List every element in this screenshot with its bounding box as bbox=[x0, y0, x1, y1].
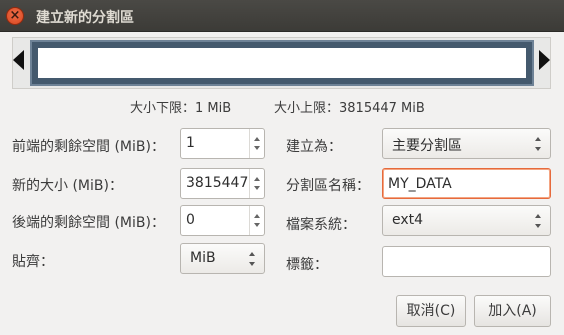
filesystem-value: ext4 bbox=[392, 212, 424, 228]
filesystem-dropdown[interactable]: ext4 bbox=[382, 205, 551, 236]
label-input[interactable] bbox=[383, 247, 550, 276]
free-after-value[interactable]: 0 bbox=[186, 212, 195, 228]
arrow-left-icon[interactable] bbox=[13, 50, 24, 70]
arrow-right-icon[interactable] bbox=[539, 50, 550, 70]
decrement-icon[interactable] bbox=[254, 223, 260, 227]
label-field-label: 標籤： bbox=[286, 257, 328, 273]
min-size-label: 大小下限：1 MiB bbox=[130, 101, 232, 116]
decrement-icon[interactable] bbox=[254, 186, 260, 190]
partition-resizer[interactable] bbox=[12, 37, 551, 89]
new-size-value[interactable]: 3815447 bbox=[186, 175, 248, 191]
new-size-label: 新的大小 (MiB)： bbox=[12, 178, 123, 194]
label-field[interactable] bbox=[382, 246, 551, 277]
partition-block[interactable] bbox=[30, 40, 534, 86]
increment-icon[interactable] bbox=[254, 177, 260, 181]
align-value: MiB bbox=[190, 250, 216, 266]
partition-name-field[interactable] bbox=[382, 168, 551, 199]
updown-icon bbox=[534, 214, 542, 228]
free-before-value[interactable]: 1 bbox=[186, 135, 195, 151]
updown-icon bbox=[248, 252, 256, 266]
add-button[interactable]: 加入(A) bbox=[474, 295, 551, 327]
align-dropdown[interactable]: MiB bbox=[180, 243, 265, 274]
create-as-label: 建立為： bbox=[286, 139, 342, 155]
updown-icon bbox=[534, 137, 542, 151]
create-as-dropdown[interactable]: 主要分割區 bbox=[382, 128, 551, 159]
close-icon[interactable]: × bbox=[6, 7, 24, 25]
free-before-label: 前端的剩餘空間 (MiB)： bbox=[12, 139, 165, 155]
partition-fill bbox=[38, 48, 526, 78]
increment-icon[interactable] bbox=[254, 137, 260, 141]
align-label: 貼齊： bbox=[12, 254, 54, 270]
create-as-value: 主要分割區 bbox=[392, 138, 462, 154]
cancel-button[interactable]: 取消(C) bbox=[396, 295, 466, 327]
window-title: 建立新的分割區 bbox=[36, 10, 134, 26]
decrement-icon[interactable] bbox=[254, 146, 260, 150]
partition-name-label: 分割區名稱： bbox=[286, 178, 370, 194]
max-size-label: 大小上限：3815447 MiB bbox=[274, 101, 425, 116]
free-before-spinner[interactable]: 1 bbox=[180, 128, 265, 159]
new-size-spinner[interactable]: 3815447 bbox=[180, 168, 265, 199]
free-after-spinner[interactable]: 0 bbox=[180, 205, 265, 236]
partition-name-input[interactable] bbox=[383, 169, 550, 198]
filesystem-label: 檔案系統： bbox=[286, 217, 356, 233]
free-after-label: 後端的剩餘空間 (MiB)： bbox=[12, 215, 165, 231]
title-bar: × 建立新的分割區 bbox=[0, 0, 564, 32]
increment-icon[interactable] bbox=[254, 214, 260, 218]
